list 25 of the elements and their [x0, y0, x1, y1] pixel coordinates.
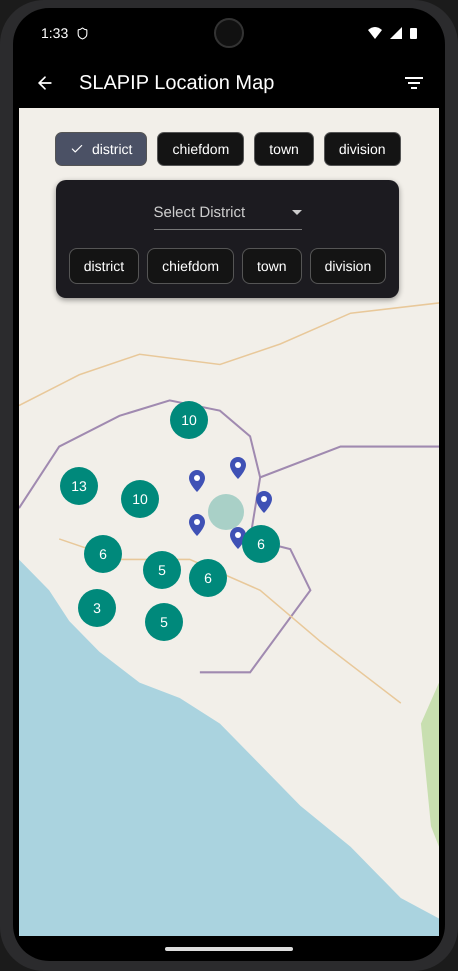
camera-icon [214, 18, 244, 48]
signal-icon [390, 27, 402, 39]
filter-chip[interactable]: division [324, 132, 401, 166]
filter-button[interactable]: division [310, 248, 386, 284]
app-title: SLAPIP Location Map [79, 72, 276, 94]
district-dropdown[interactable]: Select District [154, 200, 302, 230]
filter-chip[interactable]: town [254, 132, 314, 166]
dropdown-placeholder: Select District [154, 204, 246, 221]
filter-button[interactable]: town [242, 248, 302, 284]
filter-icon[interactable] [405, 77, 423, 89]
battery-icon [410, 27, 417, 39]
wifi-icon [368, 27, 382, 39]
location-pin-icon[interactable] [256, 491, 272, 513]
home-indicator[interactable] [165, 946, 293, 950]
shield-icon [76, 26, 90, 40]
location-pin-icon[interactable] [230, 457, 246, 479]
status-time: 1:33 [41, 25, 68, 41]
caret-icon [292, 210, 302, 215]
filter-button[interactable]: district [68, 248, 140, 284]
location-pin-icon[interactable] [189, 514, 205, 536]
filter-chip[interactable]: chiefdom [157, 132, 244, 166]
filter-button[interactable]: chiefdom [147, 248, 234, 284]
filter-chip[interactable]: district [55, 132, 148, 166]
cluster-halo [208, 494, 244, 530]
location-pin-icon[interactable] [189, 470, 205, 492]
